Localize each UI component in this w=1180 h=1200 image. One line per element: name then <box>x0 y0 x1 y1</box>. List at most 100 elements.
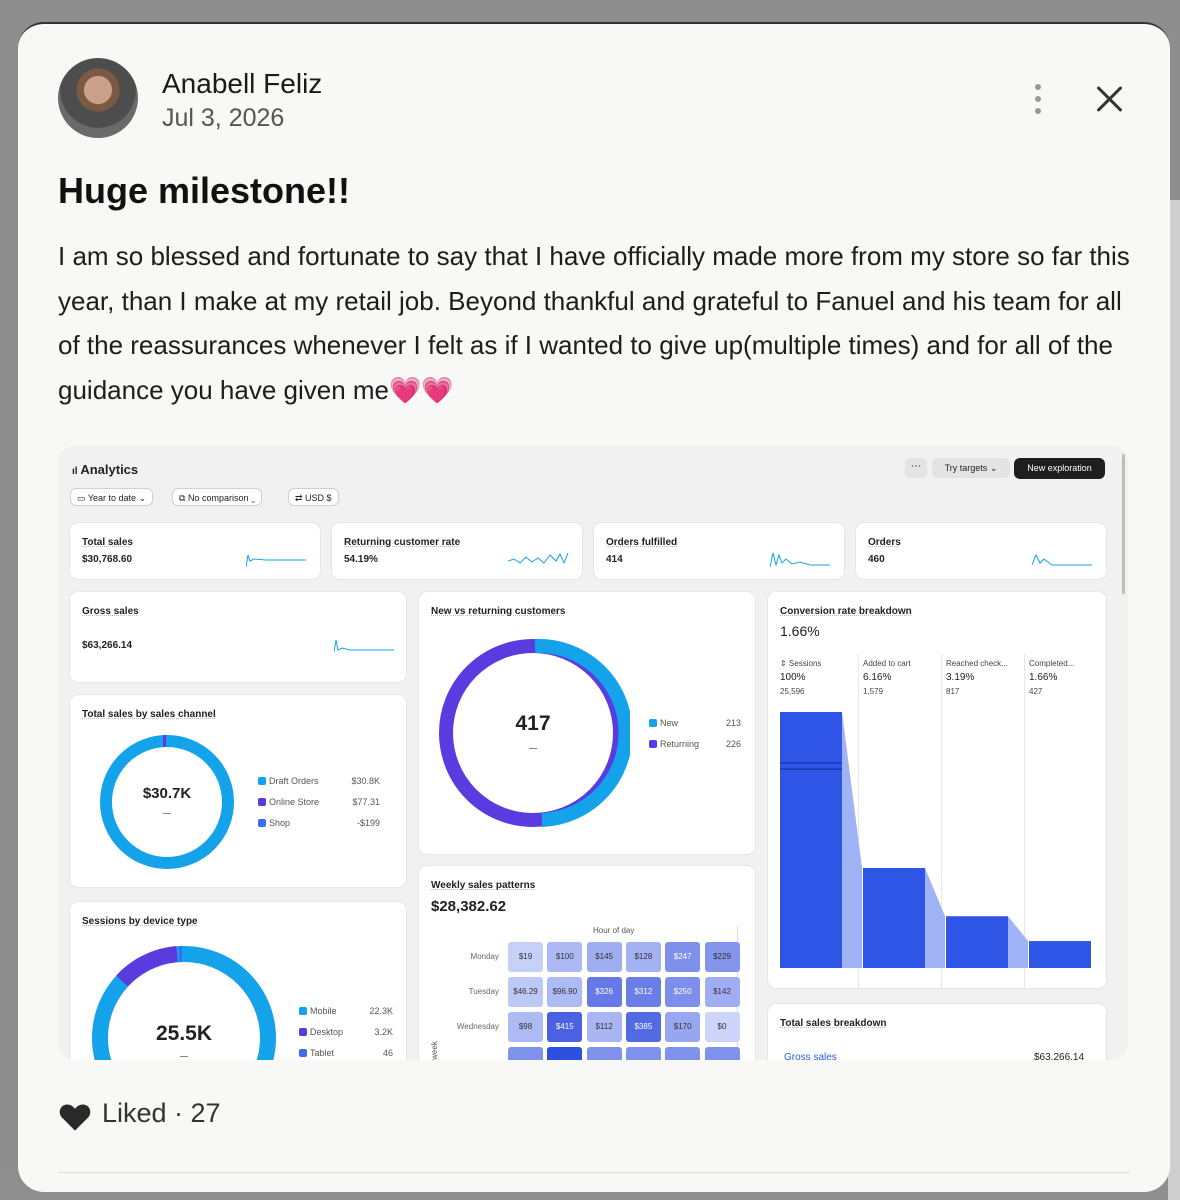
legend-swatch <box>299 1007 307 1015</box>
legend-value: 226 <box>691 739 741 749</box>
new-vs-returning-legend: New 213 Returning 226 <box>649 718 749 758</box>
funnel-bar <box>780 712 842 968</box>
new-vs-returning-card: New vs returning customers 417 New 213 R… <box>419 592 755 854</box>
funnel-step-count: 1,579 <box>863 687 883 696</box>
filter-currency-label: USD $ <box>305 493 332 503</box>
heatmap-cell <box>587 1047 622 1060</box>
heatmap-cell: $100 <box>547 942 582 972</box>
filter-date-label: Year to date <box>88 493 136 503</box>
funnel-step-count: 427 <box>1029 687 1042 696</box>
author-name[interactable]: Anabell Feliz <box>162 68 322 100</box>
footer-divider <box>58 1172 1130 1173</box>
more-options-icon[interactable] <box>1028 82 1048 116</box>
kpi-orders-fulfilled: Orders fulfilled 414 <box>594 523 844 579</box>
try-targets-button: Try targets ⌄ <box>932 458 1010 478</box>
donut-segment-desktop <box>122 954 177 981</box>
legend-value: 22.3K <box>343 1006 393 1016</box>
legend-swatch <box>299 1028 307 1036</box>
device-card: Sessions by device type 25.5K Mobile 22.… <box>70 902 406 1060</box>
close-icon[interactable] <box>1092 82 1128 118</box>
heatmap-day-label: Monday <box>429 952 499 961</box>
post-body: I am so blessed and fortunate to say tha… <box>58 234 1138 412</box>
new-exploration-button: New exploration <box>1014 458 1105 479</box>
like-count[interactable]: Liked · 27 <box>102 1098 221 1129</box>
kpi-label: Orders <box>868 537 901 548</box>
heatmap-cell: $46.29 <box>508 977 543 1007</box>
author-avatar[interactable] <box>58 58 138 138</box>
post-modal: Anabell Feliz Jul 3, 2026 Huge milestone… <box>18 22 1170 1192</box>
funnel-step-count: 25,596 <box>780 687 804 696</box>
funnel-step-name: Completed... <box>1029 659 1074 668</box>
funnel-step-name: Added to cart <box>863 659 911 668</box>
kpi-returning-rate: Returning customer rate 54.19% <box>332 523 582 579</box>
heart-icon[interactable] <box>58 1102 92 1132</box>
heatmap-cell: $250 <box>665 977 700 1007</box>
weekly-axis-left: week <box>430 1041 439 1060</box>
filter-currency: ⇄ USD $ <box>288 488 339 506</box>
heatmap-cell: $145 <box>587 942 622 972</box>
legend-label: Draft Orders <box>269 776 319 786</box>
conversion-funnel <box>768 710 1106 988</box>
funnel-step-pct: 3.19% <box>946 672 974 683</box>
try-targets-label: Try targets <box>945 463 988 473</box>
breakdown-title: Total sales breakdown <box>780 1018 887 1029</box>
post-title: Huge milestone!! <box>58 170 350 212</box>
heatmap-cell: $170 <box>665 1012 700 1042</box>
weekly-axis-top: Hour of day <box>593 926 634 935</box>
legend-value: 46 <box>343 1048 393 1058</box>
kpi-total-sales: Total sales $30,768.60 <box>70 523 320 579</box>
sales-channel-title: Total sales by sales channel <box>82 709 216 720</box>
legend-label: Shop <box>269 818 290 828</box>
post-body-text: I am so blessed and fortunate to say tha… <box>58 241 1130 405</box>
sales-channel-donut <box>98 733 236 871</box>
kpi-value: 460 <box>868 554 885 565</box>
heatmap-cell: $112 <box>587 1012 622 1042</box>
filter-date: ▭ Year to date ⌄ <box>70 488 153 506</box>
legend-value: 213 <box>691 718 741 728</box>
donut-dash <box>180 1056 188 1057</box>
conversion-card: Conversion rate breakdown 1.66% ⇕ Sessio… <box>768 592 1106 988</box>
legend-label: New <box>660 718 678 728</box>
heatmap-cell: $229 <box>705 942 740 972</box>
conversion-value: 1.66% <box>780 623 820 639</box>
legend-label: Desktop <box>310 1027 343 1037</box>
heatmap-cell <box>705 1047 740 1060</box>
more-dots-button: ··· <box>905 458 927 478</box>
kpi-label: Orders fulfilled <box>606 537 677 548</box>
kpi-label: Total sales <box>82 537 133 548</box>
legend-swatch <box>299 1049 307 1057</box>
heatmap-cell: $326 <box>587 977 622 1007</box>
new-vs-returning-title: New vs returning customers <box>431 606 565 617</box>
new-vs-returning-center: 417 <box>483 712 583 736</box>
kpi-value: $30,768.60 <box>82 554 132 565</box>
analytics-screenshot[interactable]: ıl Analytics ▭ Year to date ⌄ ⧉ No compa… <box>58 446 1128 1060</box>
sales-channel-legend: Draft Orders $30.8K Online Store $77.31 … <box>258 776 398 846</box>
device-title: Sessions by device type <box>82 916 198 927</box>
funnel-step-name: Reached check... <box>946 659 1008 668</box>
heatmap-cell: $385 <box>626 1012 661 1042</box>
funnel-step-count: 817 <box>946 687 959 696</box>
funnel-axis-break <box>780 762 842 764</box>
kpi-label: Returning customer rate <box>344 537 460 548</box>
heart-emoji: 💗💗 <box>389 375 454 405</box>
heatmap-cell: $98 <box>508 1012 543 1042</box>
breakdown-row-label: Gross sales <box>784 1052 837 1060</box>
sales-breakdown-card: Total sales breakdown Gross sales $63,26… <box>768 1004 1106 1060</box>
breakdown-row-value: $63,266.14 <box>1034 1052 1084 1060</box>
gross-sales-label: Gross sales <box>82 606 139 617</box>
kpi-value: 414 <box>606 554 623 565</box>
heatmap-cell <box>508 1047 543 1060</box>
legend-label: Online Store <box>269 797 319 807</box>
legend-value: 3.2K <box>343 1027 393 1037</box>
heatmap-day-label: Wednesday <box>429 1022 499 1031</box>
legend-swatch <box>258 798 266 806</box>
kpi-value: 54.19% <box>344 554 378 565</box>
heatmap-cell <box>547 1047 582 1060</box>
heatmap-cell: $415 <box>547 1012 582 1042</box>
legend-value: $30.8K <box>330 776 380 786</box>
funnel-step-pct: 6.16% <box>863 672 891 683</box>
weekly-title: Weekly sales patterns <box>431 880 535 891</box>
filter-comparison-label: No comparison <box>188 493 249 503</box>
sparkline <box>1032 549 1094 569</box>
sales-channel-card: Total sales by sales channel $30.7K Draf… <box>70 695 406 887</box>
